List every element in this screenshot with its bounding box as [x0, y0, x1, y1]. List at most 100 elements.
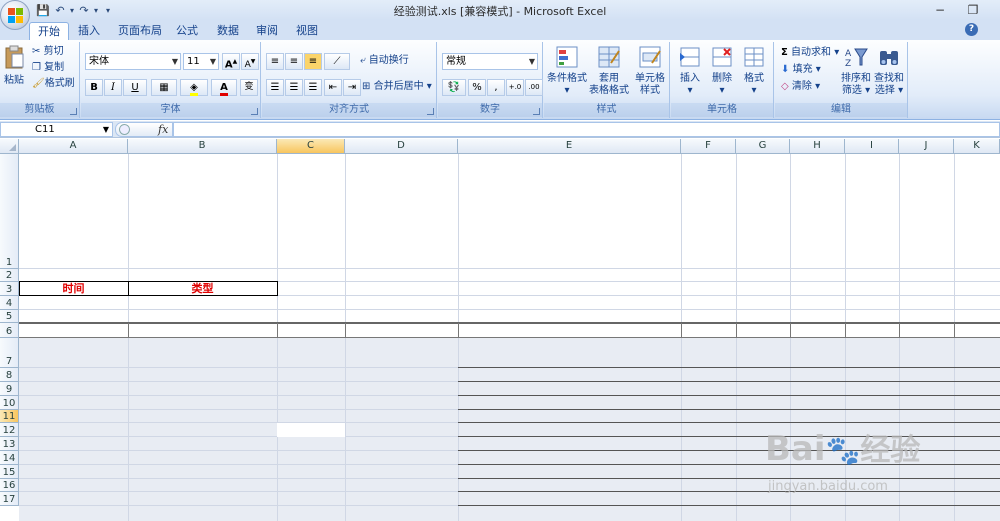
merge-center-button[interactable]: ⊞ 合并后居中 ▾ — [362, 81, 432, 93]
row-header-2[interactable]: 2 — [0, 269, 19, 282]
tab-formulas[interactable]: 公式 — [168, 22, 206, 40]
tab-home[interactable]: 开始 — [29, 22, 69, 40]
font-name-dropdown[interactable]: 宋体 ▼ — [85, 53, 181, 70]
increase-decimal-button[interactable]: +.0 — [506, 79, 524, 96]
office-button[interactable] — [0, 0, 30, 30]
column-header-h[interactable]: H — [790, 139, 845, 154]
orientation-icon[interactable]: ⟋ — [324, 53, 350, 70]
row-header-9[interactable]: 9 — [0, 382, 19, 396]
row-header-4[interactable]: 4 — [0, 296, 19, 310]
worksheet-grid[interactable]: 时间 类型 A B C D E F G H I J K 1 2 3 4 5 6 7 8 9 10 11 12 13 14 15 16 17… — [0, 139, 1000, 521]
underline-button[interactable]: U — [123, 79, 147, 96]
column-header-k[interactable]: K — [954, 139, 1000, 154]
sort-label: 排序和 — [841, 73, 871, 84]
dialog-launcher-icon[interactable] — [533, 108, 540, 115]
row-header-16[interactable]: 16 — [0, 479, 19, 492]
column-header-e[interactable]: E — [458, 139, 681, 154]
insert-cells-button[interactable]: 插入 ▾ — [675, 45, 705, 97]
increase-indent-icon[interactable]: ⇥ — [343, 79, 361, 96]
row-header-3[interactable]: 3 — [0, 282, 19, 296]
column-header-j[interactable]: J — [899, 139, 954, 154]
cell-a3[interactable]: 时间 — [19, 282, 128, 296]
row-header-17[interactable]: 17 — [0, 492, 19, 506]
dialog-launcher-icon[interactable] — [70, 108, 77, 115]
font-size-dropdown[interactable]: 11 ▼ — [183, 53, 219, 70]
shrink-font-button[interactable]: A▼ — [241, 53, 259, 70]
currency-icon[interactable]: 💱 — [442, 79, 466, 96]
delete-cells-button[interactable]: 删除 ▾ — [707, 45, 737, 97]
grow-font-button[interactable]: A▲ — [222, 53, 240, 70]
ribbon-tabs: 开始 插入 页面布局 公式 数据 审阅 视图 ? — [0, 20, 1000, 40]
column-header-a[interactable]: A — [19, 139, 128, 154]
find-select-button[interactable]: 查找和 选择 ▾ — [873, 45, 905, 97]
help-icon[interactable]: ? — [965, 23, 978, 36]
tab-view[interactable]: 视图 — [288, 22, 326, 40]
restore-button[interactable]: ❐ — [958, 1, 988, 19]
column-header-b[interactable]: B — [128, 139, 277, 154]
wrap-text-button[interactable]: ⤶ 自动换行 — [360, 55, 409, 67]
insert-function-button[interactable]: fx — [158, 123, 168, 136]
tab-page-layout[interactable]: 页面布局 — [110, 22, 170, 40]
row-header-1[interactable]: 1 — [0, 154, 19, 269]
row-header-8[interactable]: 8 — [0, 368, 19, 382]
column-header-f[interactable]: F — [681, 139, 736, 154]
tab-review[interactable]: 审阅 — [248, 22, 286, 40]
cell-b3[interactable]: 类型 — [128, 282, 277, 296]
fill-color-button[interactable]: ◈ — [180, 79, 208, 96]
group-number: 常规 ▼ 💱 % , +.0 .00 数字 — [438, 42, 543, 118]
row6-border-line — [19, 337, 1000, 338]
column-header-d[interactable]: D — [345, 139, 458, 154]
cell-styles-button[interactable]: 单元格 样式 — [630, 45, 670, 97]
phonetic-button[interactable]: 变 — [240, 79, 258, 96]
borders-button[interactable]: ▦ — [151, 79, 177, 96]
font-color-icon: A — [220, 82, 228, 96]
bold-button[interactable]: B — [85, 79, 103, 96]
autosum-button[interactable]: Σ 自动求和 ▾ — [781, 47, 839, 59]
select-all-button[interactable] — [0, 139, 19, 154]
format-as-table-button[interactable]: 套用 表格格式 — [588, 45, 630, 97]
column-header-g[interactable]: G — [736, 139, 790, 154]
row-header-10[interactable]: 10 — [0, 396, 19, 410]
formula-input[interactable] — [173, 122, 1000, 137]
copy-button[interactable]: ❐ 复制 — [32, 62, 64, 74]
align-middle-icon[interactable]: ≡ — [285, 53, 303, 70]
sort-filter-button[interactable]: AZ 排序和 筛选 ▾ — [841, 45, 871, 97]
row-header-14[interactable]: 14 — [0, 451, 19, 465]
comma-button[interactable]: , — [487, 79, 505, 96]
decrease-decimal-button[interactable]: .00 — [525, 79, 543, 96]
name-box[interactable]: C11 ▼ — [0, 122, 113, 137]
align-left-icon[interactable]: ☰ — [266, 79, 284, 96]
align-top-icon[interactable]: ≡ — [266, 53, 284, 70]
active-cell-c11[interactable] — [277, 423, 345, 437]
font-color-button[interactable]: A — [211, 79, 237, 96]
column-header-i[interactable]: I — [845, 139, 899, 154]
decrease-indent-icon[interactable]: ⇤ — [324, 79, 342, 96]
cancel-icon[interactable] — [119, 124, 130, 135]
percent-button[interactable]: % — [468, 79, 486, 96]
italic-button[interactable]: I — [104, 79, 122, 96]
row-header-13[interactable]: 13 — [0, 437, 19, 451]
conditional-format-button[interactable]: 条件格式 ▾ — [546, 45, 588, 97]
align-bottom-icon[interactable]: ≡ — [304, 53, 322, 70]
tab-insert[interactable]: 插入 — [70, 22, 108, 40]
clear-button[interactable]: ◇ 清除 ▾ — [781, 81, 820, 93]
paste-button[interactable]: 粘贴 — [3, 45, 25, 87]
dialog-launcher-icon[interactable] — [427, 108, 434, 115]
format-painter-button[interactable]: 🖌格式刷 — [32, 78, 75, 90]
row-header-11[interactable]: 11 — [0, 410, 19, 423]
row-header-5[interactable]: 5 — [0, 310, 19, 323]
row-header-7[interactable]: 7 — [0, 338, 19, 368]
row-header-15[interactable]: 15 — [0, 465, 19, 479]
fill-button[interactable]: ⬇ 填充 ▾ — [781, 64, 821, 76]
align-center-icon[interactable]: ☰ — [285, 79, 303, 96]
dialog-launcher-icon[interactable] — [251, 108, 258, 115]
align-right-icon[interactable]: ☰ — [304, 79, 322, 96]
number-format-dropdown[interactable]: 常规 ▼ — [442, 53, 538, 70]
column-header-c[interactable]: C — [277, 139, 345, 154]
format-cells-button[interactable]: 格式 ▾ — [739, 45, 769, 97]
row-header-6[interactable]: 6 — [0, 323, 19, 338]
minimize-button[interactable]: − — [925, 1, 955, 19]
tab-data[interactable]: 数据 — [209, 22, 247, 40]
cut-button[interactable]: ✂ 剪切 — [32, 46, 64, 58]
row-header-12[interactable]: 12 — [0, 423, 19, 437]
